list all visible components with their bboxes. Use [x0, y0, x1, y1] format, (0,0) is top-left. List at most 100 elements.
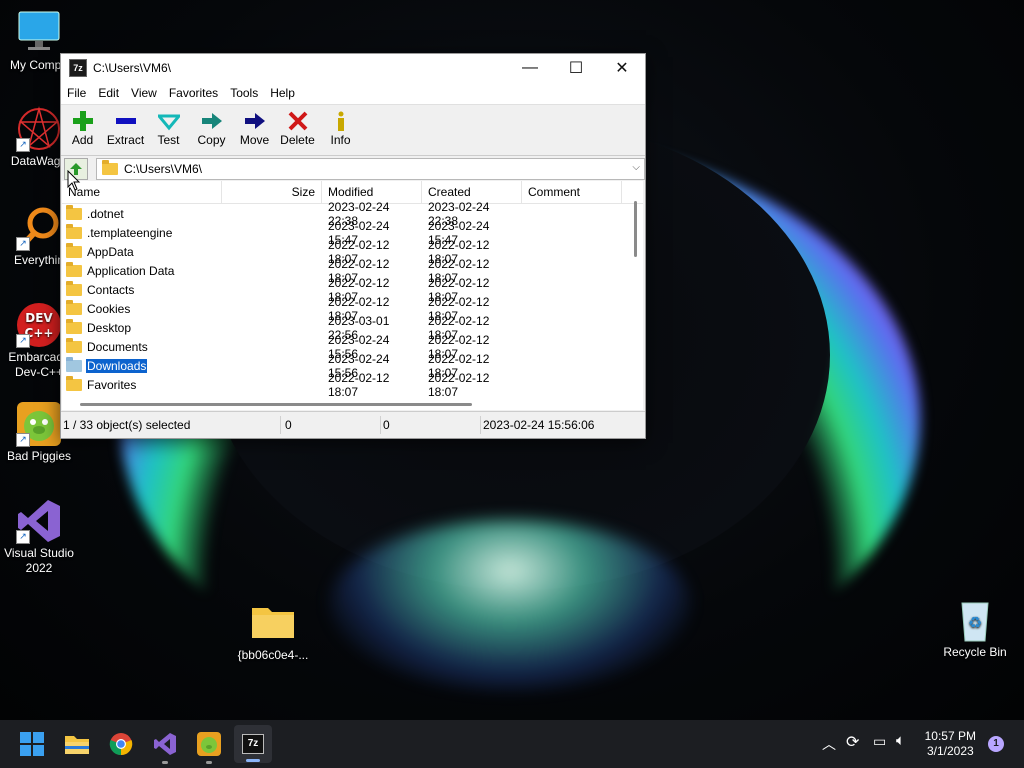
- toolbar: Add Extract Test Copy Move Delete Info: [61, 105, 645, 156]
- copy-label: Copy: [197, 133, 226, 147]
- status-selection: 1 / 33 object(s) selected: [61, 416, 281, 434]
- plus-icon: [61, 109, 104, 133]
- folder-icon: [66, 356, 82, 372]
- taskbar-7zip[interactable]: 7z: [234, 725, 272, 763]
- taskbar-bad-piggies[interactable]: [193, 728, 225, 764]
- info-label: Info: [330, 133, 351, 147]
- file-name: Desktop: [87, 320, 132, 335]
- extract-button[interactable]: Extract: [104, 105, 147, 155]
- shortcut-arrow-icon: ↗: [16, 433, 30, 447]
- shortcut-arrow-icon: ↗: [16, 138, 30, 152]
- move-label: Move: [239, 133, 270, 147]
- chevron-down-icon[interactable]: ⌵: [632, 162, 640, 173]
- monitor-icon: [16, 10, 62, 56]
- column-name[interactable]: Name: [62, 181, 222, 203]
- chevron-up-icon[interactable]: ︿: [822, 734, 836, 754]
- network-icon[interactable]: ▭: [873, 733, 886, 750]
- info-button[interactable]: Info: [319, 105, 362, 155]
- column-comment[interactable]: Comment: [522, 181, 622, 203]
- clock[interactable]: 10:57 PM 3/1/2023: [925, 729, 976, 759]
- file-name: Documents: [87, 339, 148, 354]
- folder-icon: [66, 261, 82, 277]
- title-bar[interactable]: 7z C:\Users\VM6\ — ☐ ✕: [61, 54, 645, 82]
- start-button[interactable]: [16, 728, 48, 760]
- folder-icon: [66, 204, 82, 220]
- volume-icon[interactable]: 🔈︎: [896, 732, 905, 749]
- folder-icon: [250, 600, 296, 646]
- taskbar-file-explorer[interactable]: [61, 728, 93, 760]
- folder-icon: [66, 299, 82, 315]
- running-indicator: [206, 761, 212, 764]
- update-icon[interactable]: ⟳: [846, 732, 859, 752]
- file-rows: .dotnet 2023-02-24 22:38 2023-02-24 22:38.…: [62, 200, 643, 399]
- desktop-icon-guid-folder[interactable]: {bb06c0e4-...: [234, 600, 312, 663]
- recycle-bin-icon: ♻: [952, 597, 998, 643]
- delete-x-icon: [276, 109, 319, 133]
- path-text: C:\Users\VM6\: [123, 162, 202, 176]
- shortcut-arrow-icon: ↗: [16, 334, 30, 348]
- menu-help[interactable]: Help: [264, 86, 301, 100]
- status-date: 2023-02-24 15:56:06: [483, 418, 595, 432]
- shortcut-arrow-icon: ↗: [16, 237, 30, 251]
- desktop-icon-label: Recycle Bin: [943, 645, 1007, 659]
- test-button[interactable]: Test: [147, 105, 190, 155]
- file-list[interactable]: Name Size Modified Created Comment .dotn…: [62, 181, 643, 410]
- taskbar: 7z ︿ ⟳ ▭ 🔈︎ 10:57 PM 3/1/2023 1: [0, 720, 1024, 768]
- column-size[interactable]: Size: [222, 181, 322, 203]
- path-combobox[interactable]: C:\Users\VM6\ ⌵: [95, 158, 645, 180]
- mouse-cursor-icon: [67, 170, 81, 191]
- menu-edit[interactable]: Edit: [92, 86, 125, 100]
- menu-view[interactable]: View: [125, 86, 163, 100]
- file-name: Contacts: [87, 282, 135, 297]
- status-size: 0: [281, 416, 381, 434]
- close-button[interactable]: ✕: [599, 54, 645, 82]
- bad-piggies-icon: [197, 732, 221, 756]
- file-name: Downloads: [86, 358, 148, 373]
- menu-tools[interactable]: Tools: [224, 86, 264, 100]
- folder-icon: [66, 318, 82, 334]
- clock-date: 3/1/2023: [926, 744, 974, 758]
- taskbar-chrome[interactable]: [105, 728, 137, 760]
- desktop-icon-label: {bb06c0e4-...: [237, 648, 309, 662]
- chrome-icon: [109, 733, 133, 756]
- add-button[interactable]: Add: [61, 105, 104, 155]
- menu-bar: File Edit View Favorites Tools Help: [61, 82, 645, 105]
- file-row[interactable]: Favorites 2022-02-12 18:07 2022-02-12 18:0…: [62, 371, 643, 399]
- move-arrow-icon: [233, 109, 276, 133]
- check-icon: [147, 109, 190, 133]
- file-name: .dotnet: [87, 206, 124, 221]
- horizontal-scrollbar[interactable]: [80, 403, 472, 406]
- clock-time: 10:57 PM: [924, 729, 976, 743]
- vertical-scrollbar[interactable]: [634, 201, 637, 257]
- folder-icon: [66, 280, 82, 296]
- delete-button[interactable]: Delete: [276, 105, 319, 155]
- file-name: .templateengine: [87, 225, 173, 240]
- maximize-button[interactable]: ☐: [553, 54, 599, 82]
- file-modified: 2022-02-12 18:07: [328, 370, 390, 399]
- visual-studio-icon: [154, 733, 176, 755]
- delete-label: Delete: [280, 133, 315, 147]
- menu-favorites[interactable]: Favorites: [163, 86, 224, 100]
- notification-badge[interactable]: 1: [988, 736, 1004, 752]
- folder-icon: [66, 242, 82, 258]
- svg-text:DEV: DEV: [25, 311, 53, 325]
- file-created: 2022-02-12 18:07: [428, 370, 490, 399]
- folder-icon: [66, 223, 82, 239]
- wallpaper-glow: [330, 520, 690, 690]
- minimize-button[interactable]: —: [507, 54, 553, 82]
- 7zip-icon: 7z: [242, 734, 264, 754]
- status-bar: 1 / 33 object(s) selected 0 0 2023-02-24…: [61, 411, 645, 438]
- taskbar-visual-studio[interactable]: [149, 728, 181, 764]
- status-packed: 0: [381, 416, 481, 434]
- move-button[interactable]: Move: [233, 105, 276, 155]
- address-bar: C:\Users\VM6\ ⌵: [61, 156, 645, 182]
- visual-studio-icon: ↗: [16, 498, 62, 544]
- bad-piggies-icon: ↗: [16, 401, 62, 447]
- menu-file[interactable]: File: [61, 86, 92, 100]
- folder-icon: [101, 160, 118, 175]
- desktop-icon-visual-studio[interactable]: ↗ Visual Studio 2022: [0, 498, 78, 576]
- datawagon-icon: ↗: [16, 106, 62, 152]
- copy-button[interactable]: Copy: [190, 105, 233, 155]
- desktop-icon-recycle-bin[interactable]: ♻ Recycle Bin: [936, 597, 1014, 660]
- window-title: C:\Users\VM6\: [93, 61, 172, 75]
